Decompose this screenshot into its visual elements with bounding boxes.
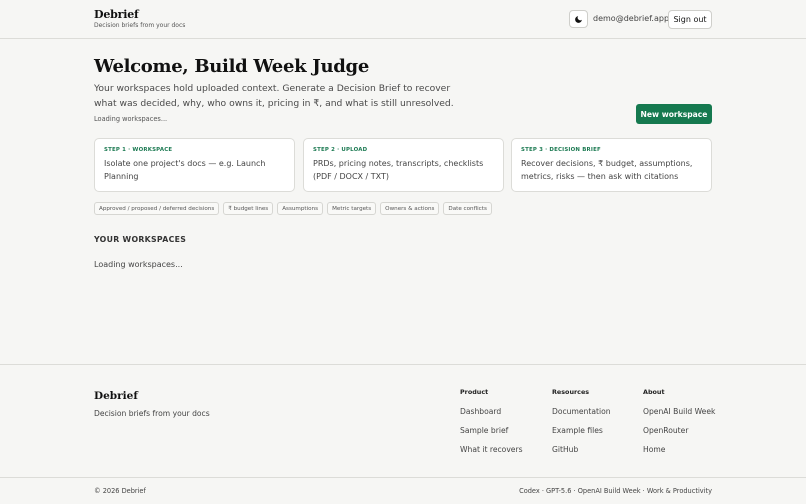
workspaces-heading: YOUR WORKSPACES [94,235,187,244]
footer-brand-name: Debrief [94,390,138,402]
footer-link-dashboard[interactable]: Dashboard [460,407,523,426]
brand-name[interactable]: Debrief [94,8,185,21]
footer-link-openrouter[interactable]: OpenRouter [643,426,715,445]
sign-out-button[interactable]: Sign out [668,10,712,29]
user-email: demo@debrief.app [593,14,670,23]
footer-column-title: About [643,388,665,396]
step-label: STEP 1 · WORKSPACE [104,147,173,153]
step-label: STEP 2 · UPLOAD [313,147,368,153]
step-card-workspace: STEP 1 · WORKSPACE Isolate one project's… [94,138,295,192]
footer-link-github[interactable]: GitHub [552,445,611,464]
loading-status: Loading workspaces... [94,115,168,123]
brand[interactable]: Debrief Decision briefs from your docs [94,8,185,29]
step-card-decision-brief: STEP 3 · DECISION BRIEF Recover decision… [511,138,712,192]
footer-column-about: About OpenAI Build Week OpenRouter Home [643,388,715,464]
step-text: Recover decisions, ₹ budget, assumptions… [521,159,693,181]
footer-link-what-it-recovers[interactable]: What it recovers [460,445,523,464]
footer-column-title: Resources [552,388,590,396]
chip-assumptions: Assumptions [277,202,324,215]
footer-column-title: Product [460,388,489,396]
new-workspace-button[interactable]: New workspace [636,104,712,124]
footer-column-resources: Resources Documentation Example files Gi… [552,388,611,464]
chip-owners: Owners & actions [380,202,440,215]
footer-link-sample-brief[interactable]: Sample brief [460,426,523,445]
step-text: PRDs, pricing notes, transcripts, checkl… [313,159,484,181]
footer: Debrief Decision briefs from your docs P… [0,364,806,504]
footer-link-documentation[interactable]: Documentation [552,407,611,426]
top-header: Debrief Decision briefs from your docs d… [0,0,806,39]
footer-column-product: Product Dashboard Sample brief What it r… [460,388,523,464]
footer-credits: Codex · GPT-5.6 · OpenAI Build Week · Wo… [519,487,712,495]
footer-link-home[interactable]: Home [643,445,715,464]
chip-decisions: Approved / proposed / deferred decisions [94,202,220,215]
chip-date-conflicts: Date conflicts [443,202,492,215]
footer-link-example-files[interactable]: Example files [552,426,611,445]
workspaces-loading: Loading workspaces... [94,260,183,269]
feature-chips: Approved / proposed / deferred decisions… [94,202,492,215]
brand-tagline: Decision briefs from your docs [94,22,186,29]
step-text: Isolate one project's docs — e.g. Launch… [104,159,266,181]
intro-text: Your workspaces hold uploaded context. G… [94,83,454,109]
footer-bottom-bar: © 2026 Debrief Codex · GPT-5.6 · OpenAI … [0,477,806,504]
page-title: Welcome, Build Week Judge [94,56,369,77]
moon-icon [575,15,582,23]
step-label: STEP 3 · DECISION BRIEF [521,147,601,153]
footer-tagline: Decision briefs from your docs [94,409,210,418]
step-card-upload: STEP 2 · UPLOAD PRDs, pricing notes, tra… [303,138,504,192]
chip-metrics: Metric targets [327,202,377,215]
copyright: © 2026 Debrief [94,487,146,495]
theme-toggle-button[interactable] [569,10,588,28]
footer-link-openai-build-week[interactable]: OpenAI Build Week [643,407,715,426]
chip-budget: ₹ budget lines [223,202,274,215]
